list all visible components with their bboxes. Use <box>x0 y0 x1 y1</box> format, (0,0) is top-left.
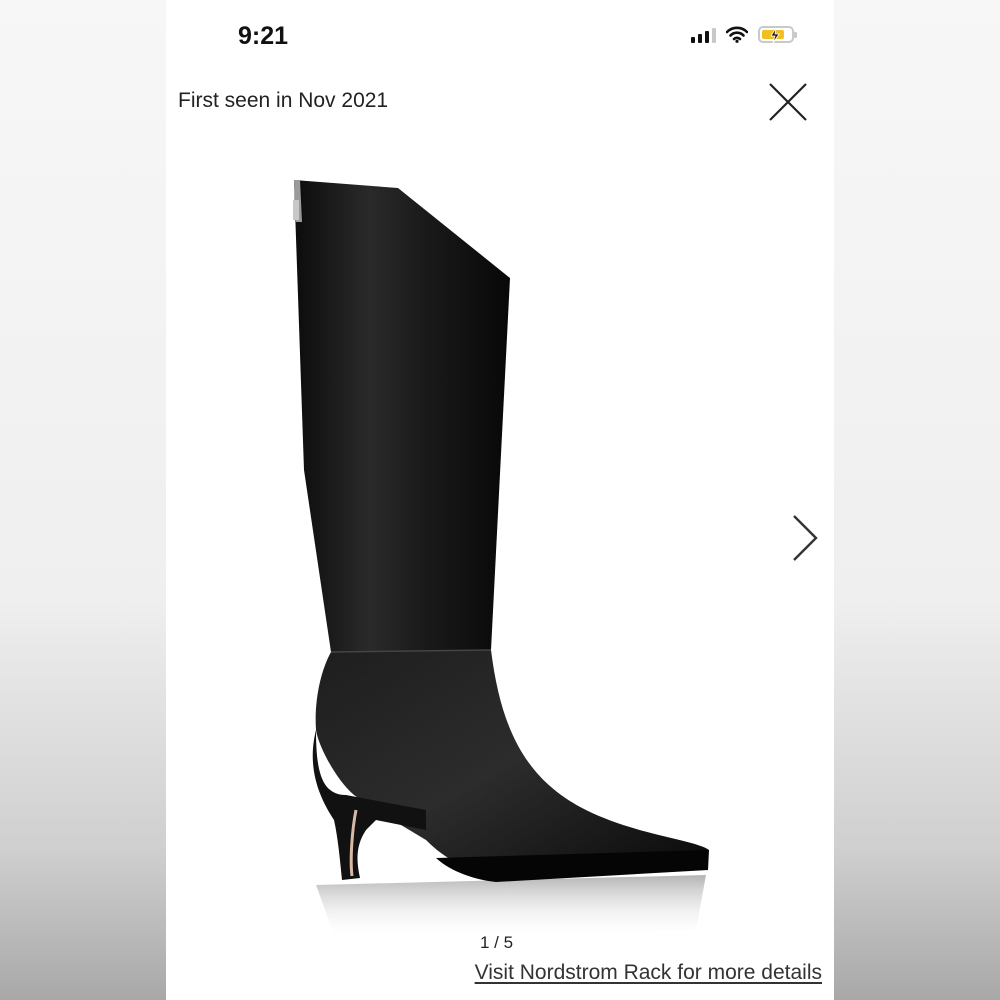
battery-charging-icon <box>758 26 797 44</box>
product-image <box>293 180 709 940</box>
next-image-button[interactable] <box>788 510 824 566</box>
image-pager: 1 / 5 <box>480 933 514 952</box>
first-seen-label: First seen in Nov 2021 <box>178 89 389 112</box>
background-left <box>0 0 166 1000</box>
status-icons <box>691 26 797 44</box>
visit-retailer-link[interactable]: Visit Nordstrom Rack for more details <box>475 961 822 985</box>
status-time: 9:21 <box>238 22 289 50</box>
cellular-signal-icon <box>691 27 716 43</box>
wifi-icon <box>726 26 748 43</box>
close-button[interactable] <box>766 80 810 124</box>
background-right <box>834 0 1000 1000</box>
app-screen: 9:21 First seen in Nov 2021 1 / 5 Visit … <box>166 0 834 1000</box>
chevron-right-icon <box>793 515 818 561</box>
close-icon <box>769 83 807 121</box>
